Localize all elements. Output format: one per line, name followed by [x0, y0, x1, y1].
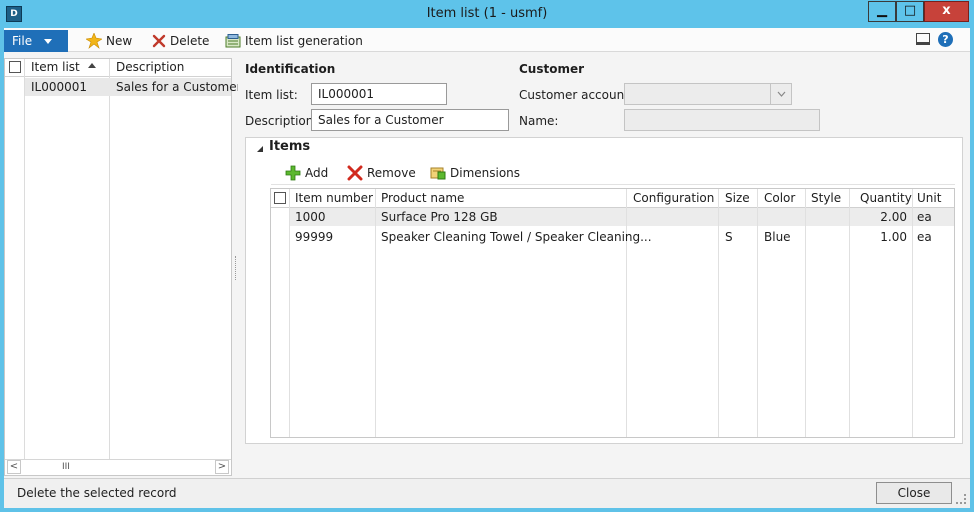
dimensions-button[interactable]: Dimensions	[430, 164, 520, 182]
description-field[interactable]: Sales for a Customer	[311, 109, 509, 131]
column-header-color[interactable]: Color	[764, 191, 795, 205]
view-toggle-icon[interactable]	[916, 33, 930, 45]
column-header-style[interactable]: Style	[811, 191, 841, 205]
scroll-thumb[interactable]: III	[62, 460, 70, 474]
cell-quantity[interactable]: 1.00	[850, 230, 907, 244]
item-list-generation-icon	[225, 34, 241, 48]
column-divider	[912, 189, 913, 437]
name-label: Name:	[519, 114, 559, 128]
customer-account-label: Customer account:	[519, 88, 633, 102]
column-divider	[626, 189, 627, 437]
column-header-item-number[interactable]: Item number	[295, 191, 373, 205]
item-list-field[interactable]: IL000001	[311, 83, 447, 105]
horizontal-scrollbar[interactable]	[5, 459, 231, 475]
column-divider	[805, 189, 806, 437]
column-header-product-name[interactable]: Product name	[381, 191, 464, 205]
cell-quantity[interactable]: 2.00	[850, 210, 907, 224]
add-button[interactable]: Add	[285, 164, 328, 182]
delete-button-label: Delete	[170, 34, 210, 48]
new-button-label: New	[106, 34, 133, 48]
delete-button[interactable]: Delete	[152, 30, 209, 52]
items-heading[interactable]: Items	[269, 139, 310, 154]
close-window-button[interactable]: x	[924, 1, 969, 22]
dimensions-icon	[430, 166, 446, 180]
collapse-triangle-icon[interactable]	[257, 146, 263, 152]
cell-product-name[interactable]: Surface Pro 128 GB	[381, 210, 498, 224]
scroll-left-button[interactable]: <	[7, 460, 21, 474]
cell-description[interactable]: Sales for a Customer	[116, 80, 242, 94]
select-all-checkbox[interactable]	[274, 192, 286, 204]
cell-item-list[interactable]: IL000001	[31, 80, 87, 94]
close-button[interactable]: Close	[876, 482, 952, 504]
delete-x-icon	[152, 34, 166, 48]
column-divider	[718, 189, 719, 437]
column-header-quantity[interactable]: Quantity	[860, 191, 912, 205]
file-menu-label: File	[12, 34, 33, 48]
column-header-description[interactable]: Description	[116, 60, 184, 74]
customer-heading: Customer	[519, 62, 585, 76]
cell-unit[interactable]: ea	[917, 230, 932, 244]
select-all-checkbox[interactable]	[9, 61, 21, 73]
column-header-configuration[interactable]: Configuration	[633, 191, 714, 205]
cell-size[interactable]: S	[725, 230, 733, 244]
dimensions-button-label: Dimensions	[450, 166, 521, 180]
new-button[interactable]: New	[86, 30, 132, 52]
remove-button-label: Remove	[367, 166, 416, 180]
add-plus-icon	[285, 165, 301, 181]
column-divider	[109, 59, 110, 459]
close-icon: x	[942, 3, 951, 18]
column-divider	[757, 189, 758, 437]
new-star-icon	[86, 33, 102, 49]
add-button-label: Add	[305, 166, 329, 180]
item-list-generation-label: Item list generation	[245, 34, 363, 48]
column-header-item-list[interactable]: Item list	[31, 60, 80, 74]
cell-item-number[interactable]: 1000	[295, 210, 326, 224]
sort-ascending-icon	[88, 63, 96, 68]
action-pane	[4, 28, 970, 52]
maximize-icon: □	[903, 3, 917, 18]
items-grid-header	[271, 189, 954, 208]
item-list-grid	[4, 58, 232, 476]
minimize-button[interactable]: ▁	[868, 1, 896, 22]
maximize-button[interactable]: □	[896, 1, 924, 22]
customer-account-field[interactable]	[624, 83, 792, 105]
cell-color[interactable]: Blue	[764, 230, 791, 244]
help-icon[interactable]: ?	[938, 32, 953, 47]
cell-unit[interactable]: ea	[917, 210, 932, 224]
item-list-generation-button[interactable]: Item list generation	[225, 30, 363, 52]
remove-x-icon	[347, 165, 363, 181]
identification-heading: Identification	[245, 62, 336, 76]
file-menu-button[interactable]: File	[4, 30, 68, 52]
name-field	[624, 109, 820, 131]
column-header-unit[interactable]: Unit	[917, 191, 941, 205]
column-divider	[849, 189, 850, 437]
column-divider	[375, 189, 376, 437]
resize-grip-icon[interactable]	[956, 494, 966, 504]
cell-item-number[interactable]: 99999	[295, 230, 333, 244]
chevron-down-icon[interactable]	[770, 84, 791, 104]
column-divider	[24, 59, 25, 459]
item-list-label: Item list:	[245, 88, 298, 102]
minimize-icon: ▁	[877, 3, 887, 18]
scroll-right-button[interactable]: >	[215, 460, 229, 474]
description-label: Description:	[245, 114, 318, 128]
status-text: Delete the selected record	[17, 486, 177, 500]
column-header-size[interactable]: Size	[725, 191, 750, 205]
cell-product-name[interactable]: Speaker Cleaning Towel / Speaker Cleanin…	[381, 230, 652, 244]
column-divider	[289, 189, 290, 437]
remove-button[interactable]: Remove	[347, 164, 416, 182]
chevron-down-icon	[43, 39, 52, 44]
window-title: Item list (1 - usmf)	[426, 6, 548, 21]
